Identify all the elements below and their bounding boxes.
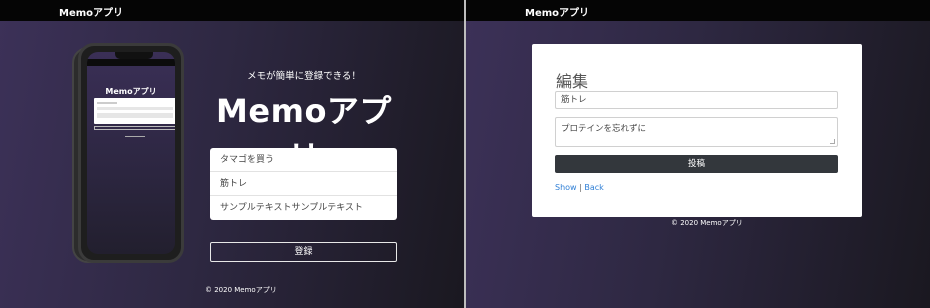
title-input[interactable]: 筋トレ bbox=[555, 91, 838, 109]
phone-mockup-image: Memoアプリ bbox=[78, 43, 184, 263]
phone-footer-preview bbox=[125, 136, 145, 137]
footer-copyright: © 2020 Memoアプリ bbox=[205, 286, 277, 294]
page-title: 編集 bbox=[556, 72, 589, 91]
phone-notch bbox=[115, 52, 153, 59]
home-screen: Memoアプリ Memoアプリ メモが簡単に登録できる！ Memoアプリ タマゴ… bbox=[0, 0, 464, 308]
footer-copyright: © 2020 Memoアプリ bbox=[671, 219, 743, 227]
submit-button[interactable]: 投稿 bbox=[555, 155, 838, 173]
memo-list-item[interactable]: サンプルテキストサンプルテキスト bbox=[210, 196, 397, 220]
phone-button-preview bbox=[94, 126, 175, 130]
tagline: メモが簡単に登録できる！ bbox=[247, 71, 361, 82]
register-button[interactable]: 登録 bbox=[210, 242, 397, 262]
edit-card: 編集 筋トレ プロテインを忘れずに 投稿 Show | Back bbox=[532, 44, 862, 217]
phone-form-preview bbox=[94, 98, 175, 124]
navbar-brand-link[interactable]: Memoアプリ bbox=[59, 4, 123, 19]
edit-screen: Memoアプリ 編集 筋トレ プロテインを忘れずに 投稿 Show | Back… bbox=[466, 0, 930, 308]
textarea-resize-icon[interactable] bbox=[830, 139, 835, 144]
back-link[interactable]: Back bbox=[584, 183, 603, 192]
memo-list-item[interactable]: 筋トレ bbox=[210, 172, 397, 196]
phone-navbar bbox=[87, 59, 175, 66]
card-links: Show | Back bbox=[555, 183, 604, 192]
phone-app-title: Memoアプリ bbox=[105, 87, 157, 96]
body-textarea-value: プロテインを忘れずに bbox=[561, 124, 647, 134]
navbar: Memoアプリ bbox=[0, 0, 464, 21]
navbar-brand-link[interactable]: Memoアプリ bbox=[525, 4, 589, 19]
body-textarea[interactable]: プロテインを忘れずに bbox=[555, 117, 838, 147]
navbar: Memoアプリ bbox=[466, 0, 930, 21]
show-link[interactable]: Show bbox=[555, 183, 577, 192]
memo-list: タマゴを買う 筋トレ サンプルテキストサンプルテキスト bbox=[210, 148, 397, 220]
phone-screen: Memoアプリ bbox=[87, 52, 175, 254]
memo-list-item[interactable]: タマゴを買う bbox=[210, 148, 397, 172]
